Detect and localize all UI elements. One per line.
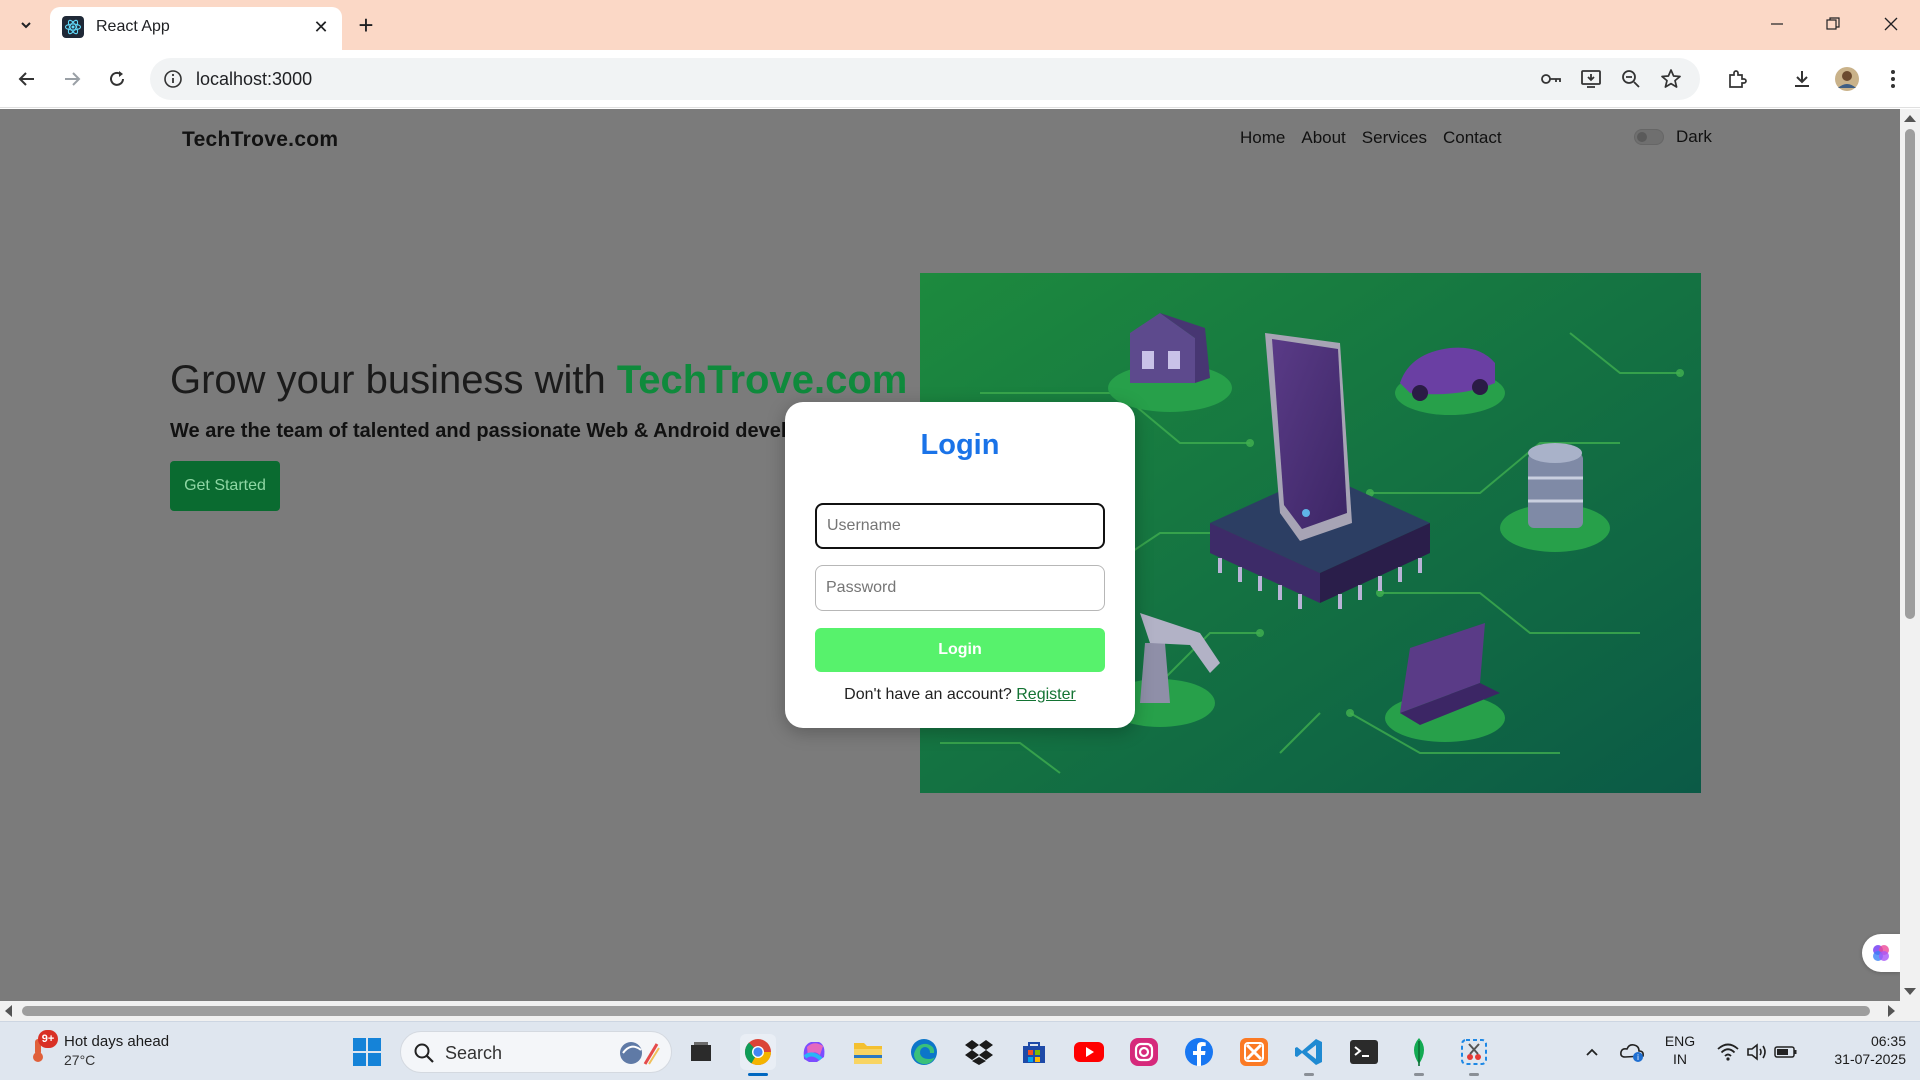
browser-tab-strip: React App ✕ +: [0, 0, 1920, 50]
running-indicator: [1414, 1073, 1424, 1076]
register-link[interactable]: Register: [1016, 686, 1076, 703]
bookmark-star-icon[interactable]: [1658, 66, 1684, 92]
password-input[interactable]: [815, 565, 1105, 611]
windows-start-icon[interactable]: [349, 1034, 385, 1070]
taskbar-search-box[interactable]: Search: [400, 1031, 672, 1073]
svg-text:i: i: [1637, 1053, 1639, 1062]
running-indicator: [1304, 1073, 1314, 1076]
copilot-sidebar-icon[interactable]: [1862, 934, 1900, 972]
input-language[interactable]: ENG IN: [1660, 1032, 1700, 1068]
clock[interactable]: 06:35 31-07-2025: [1810, 1032, 1906, 1068]
page-viewport: TechTrove.com Home About Services Contac…: [0, 109, 1900, 1001]
search-icon: [413, 1042, 435, 1069]
clock-date: 31-07-2025: [1834, 1051, 1906, 1067]
mongodb-compass-icon[interactable]: [1401, 1034, 1437, 1076]
active-indicator: [748, 1073, 768, 1076]
file-explorer-icon[interactable]: [850, 1034, 886, 1070]
search-highlight-icon: [613, 1036, 663, 1075]
site-info-icon[interactable]: [162, 68, 184, 90]
profile-avatar[interactable]: [1832, 64, 1862, 94]
tab-close-icon[interactable]: ✕: [310, 16, 332, 38]
vertical-scrollbar[interactable]: [1900, 109, 1920, 1001]
url-text: localhost:3000: [196, 69, 313, 89]
clock-time: 06:35: [1870, 1033, 1906, 1049]
downloads-icon[interactable]: [1787, 64, 1817, 94]
forward-arrow-icon[interactable]: [55, 62, 89, 96]
horizontal-scrollbar[interactable]: [0, 1001, 1900, 1021]
weather-widget[interactable]: 9+ Hot days ahead 27°C: [24, 1030, 204, 1074]
chrome-taskbar-icon[interactable]: [740, 1034, 776, 1076]
copilot-taskbar-icon[interactable]: [796, 1034, 832, 1070]
back-arrow-icon[interactable]: [10, 62, 44, 96]
reload-icon[interactable]: [100, 62, 134, 96]
onedrive-sync-icon[interactable]: i: [1614, 1034, 1650, 1070]
running-indicator: [1469, 1073, 1479, 1076]
tab-title: React App: [96, 18, 170, 35]
new-tab-plus-icon[interactable]: +: [352, 10, 380, 40]
install-app-icon[interactable]: [1578, 66, 1604, 92]
vertical-scroll-thumb[interactable]: [1905, 129, 1915, 619]
xampp-icon[interactable]: [1236, 1034, 1272, 1070]
browser-toolbar: localhost:3000: [0, 50, 1920, 108]
edge-icon[interactable]: [906, 1034, 942, 1070]
chrome-menu-kebab-icon[interactable]: [1878, 64, 1908, 94]
zoom-icon[interactable]: [1618, 66, 1644, 92]
login-title: Login: [920, 429, 1000, 461]
react-favicon-icon: [62, 16, 84, 38]
dropbox-icon[interactable]: [961, 1034, 997, 1070]
scroll-up-arrow-icon[interactable]: [1904, 115, 1916, 122]
language-code: ENG: [1664, 1033, 1696, 1049]
weather-temperature: 27°C: [64, 1052, 96, 1068]
terminal-icon[interactable]: [1346, 1034, 1382, 1070]
address-bar[interactable]: localhost:3000: [150, 58, 1700, 100]
password-key-icon[interactable]: [1538, 66, 1564, 92]
search-label: Search: [445, 1043, 503, 1063]
login-modal: Login Login Don't have an account? Regis…: [785, 402, 1135, 728]
register-prompt: Don't have an account? Register: [785, 686, 1135, 704]
battery-icon[interactable]: [1768, 1034, 1804, 1070]
extensions-puzzle-icon[interactable]: [1722, 64, 1752, 94]
browser-tab-react-app[interactable]: React App ✕: [50, 7, 342, 50]
scroll-right-arrow-icon[interactable]: [1888, 1005, 1895, 1017]
instagram-icon[interactable]: [1126, 1034, 1162, 1070]
windows-taskbar: 9+ Hot days ahead 27°C Search i ENG IN 0…: [0, 1021, 1920, 1080]
scroll-left-arrow-icon[interactable]: [5, 1005, 12, 1017]
minimize-icon[interactable]: [1754, 8, 1800, 40]
restore-icon[interactable]: [1810, 8, 1856, 40]
close-window-icon[interactable]: [1868, 8, 1914, 40]
weather-headline: Hot days ahead: [64, 1033, 170, 1050]
weather-badge: 9+: [38, 1030, 58, 1048]
login-submit-button[interactable]: Login: [815, 628, 1105, 672]
register-prompt-text: Don't have an account?: [844, 686, 1017, 703]
snipping-tool-icon[interactable]: [1456, 1034, 1492, 1076]
tab-search-chevron-icon[interactable]: [12, 11, 40, 39]
youtube-icon[interactable]: [1071, 1034, 1107, 1070]
microsoft-store-icon[interactable]: [1016, 1034, 1052, 1070]
region-code: IN: [1673, 1051, 1687, 1067]
vscode-icon[interactable]: [1291, 1034, 1327, 1076]
scrollbar-corner: [1900, 1001, 1920, 1021]
username-input[interactable]: [815, 503, 1105, 549]
horizontal-scroll-thumb[interactable]: [22, 1006, 1870, 1016]
scroll-down-arrow-icon[interactable]: [1904, 988, 1916, 995]
task-view-icon[interactable]: [683, 1034, 719, 1070]
show-hidden-icons-chevron-icon[interactable]: [1574, 1034, 1610, 1070]
facebook-icon[interactable]: [1181, 1034, 1217, 1070]
